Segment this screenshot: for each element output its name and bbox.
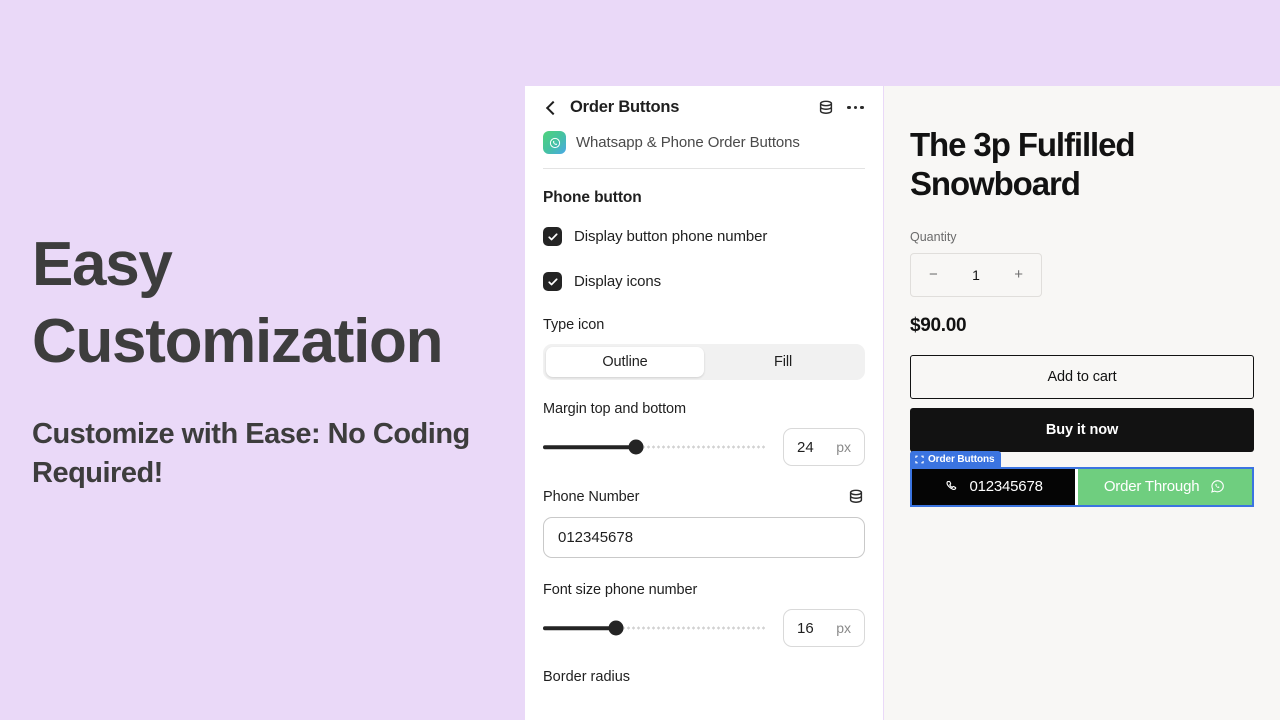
- database-icon[interactable]: [847, 488, 865, 506]
- whatsapp-button-label: Order Through: [1103, 478, 1200, 496]
- phone-order-button[interactable]: 012345678: [912, 468, 1076, 505]
- margin-label: Margin top and bottom: [543, 401, 686, 417]
- database-icon[interactable]: [817, 99, 835, 117]
- phone-icon: [946, 481, 957, 491]
- checkbox-label: Display button phone number: [574, 228, 768, 245]
- font-size-slider[interactable]: [543, 618, 765, 638]
- promo-panel: Easy Customization Customize with Ease: …: [0, 0, 525, 720]
- checkbox-row-display-phone-number[interactable]: Display button phone number: [543, 227, 865, 246]
- font-size-value-box[interactable]: 16 px: [783, 609, 865, 647]
- quantity-stepper[interactable]: − 1 +: [910, 252, 1042, 297]
- dot: [847, 105, 851, 110]
- chevron-left-icon[interactable]: [543, 100, 559, 116]
- quantity-value[interactable]: 1: [972, 267, 980, 283]
- order-buttons-block[interactable]: Order Buttons 012345678 Order Through: [910, 450, 1254, 507]
- settings-header: Order Buttons Whatsapp & Phone Order But…: [525, 86, 883, 169]
- block-selection-badge[interactable]: Order Buttons: [910, 450, 1002, 469]
- slider-thumb[interactable]: [608, 620, 624, 636]
- settings-header-row: Order Buttons: [543, 98, 865, 117]
- checkbox-display-phone-number[interactable]: [543, 227, 562, 246]
- whatsapp-icon: [1211, 480, 1225, 494]
- slider-fill: [543, 445, 637, 449]
- block-badge-label: Order Buttons: [928, 454, 995, 466]
- product-price: $90.00: [910, 314, 967, 336]
- checkbox-label: Display icons: [574, 273, 662, 290]
- dot: [853, 105, 858, 110]
- app-row: Whatsapp & Phone Order Buttons: [543, 117, 865, 154]
- phone-number-label-row: Phone Number: [543, 488, 865, 506]
- font-size-value: 16: [797, 619, 814, 637]
- margin-slider[interactable]: [543, 437, 765, 457]
- whatsapp-app-icon: [543, 131, 566, 154]
- ellipsis-icon[interactable]: [846, 102, 865, 114]
- quantity-increment-button[interactable]: +: [1014, 266, 1023, 283]
- type-icon-label: Type icon: [543, 317, 605, 333]
- margin-slider-row: 24 px: [543, 428, 865, 466]
- font-size-label: Font size phone number: [543, 582, 698, 598]
- add-to-cart-button[interactable]: Add to cart: [910, 354, 1254, 399]
- product-title: The 3p Fulfilled Snowboard: [910, 126, 1136, 202]
- dot: [860, 105, 864, 110]
- whatsapp-order-button[interactable]: Order Through: [1075, 468, 1253, 505]
- slider-track-remainder: [636, 445, 765, 449]
- segment-fill[interactable]: Fill: [704, 347, 862, 377]
- checkbox-row-display-icons[interactable]: Display icons: [543, 272, 865, 291]
- app-name: Whatsapp & Phone Order Buttons: [576, 134, 800, 151]
- font-size-unit: px: [836, 620, 851, 636]
- slider-thumb[interactable]: [628, 439, 644, 455]
- quantity-label: Quantity: [910, 229, 957, 244]
- checkbox-display-icons[interactable]: [543, 272, 562, 291]
- product-preview-panel: The 3p Fulfilled Snowboard Quantity − 1 …: [884, 86, 1280, 720]
- settings-panel: Order Buttons Whatsapp & Phone Order But…: [525, 86, 883, 720]
- section-title: Phone button: [543, 189, 642, 206]
- settings-body: Phone button Display button phone number…: [525, 169, 883, 685]
- font-size-slider-row: 16 px: [543, 609, 865, 647]
- segment-outline[interactable]: Outline: [546, 347, 704, 377]
- phone-number-label: Phone Number: [543, 489, 640, 505]
- promo-headline: Easy Customization: [32, 229, 444, 376]
- slider-track-remainder: [616, 626, 765, 630]
- block-select-icon: [915, 456, 924, 464]
- phone-button-number: 012345678: [969, 478, 1043, 496]
- next-field-label: Border radius: [543, 669, 631, 685]
- type-icon-segmented-control[interactable]: Outline Fill: [543, 344, 865, 380]
- buy-it-now-button[interactable]: Buy it now: [910, 407, 1254, 452]
- slider-fill: [543, 626, 617, 630]
- margin-value: 24: [797, 438, 814, 456]
- phone-number-input[interactable]: [543, 517, 865, 558]
- page-title: Order Buttons: [570, 98, 680, 116]
- margin-unit: px: [836, 439, 851, 455]
- quantity-decrement-button[interactable]: −: [929, 266, 938, 283]
- margin-value-box[interactable]: 24 px: [783, 428, 865, 466]
- promo-subheadline: Customize with Ease: No Coding Required!: [32, 417, 470, 489]
